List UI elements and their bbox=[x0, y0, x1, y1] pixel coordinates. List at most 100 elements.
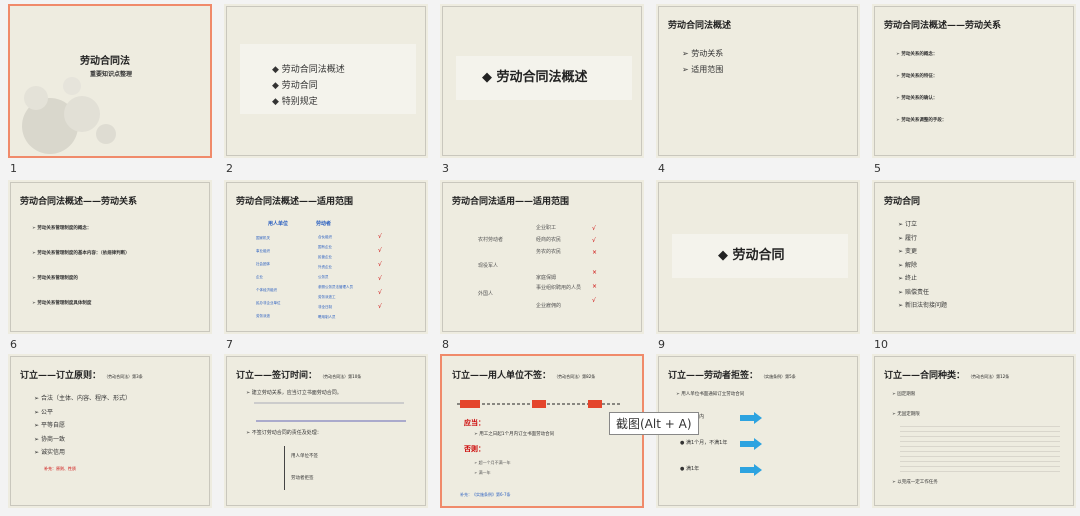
slide-title: 劳动合同法适用——适用范围 bbox=[452, 197, 570, 207]
diagram-label: 外国人 bbox=[478, 291, 494, 297]
note-text: 补充：原则、性质 bbox=[44, 466, 76, 471]
diagram-label: 劳动者拒签 bbox=[291, 476, 314, 481]
section-heading: ➢ 劳动关系的确认： bbox=[896, 96, 938, 101]
slide-canvas: 劳动合同法概述——劳动关系 ➢ 劳动关系的概念： ➢ 劳动关系的特征： ➢ 劳动… bbox=[872, 4, 1076, 158]
slide-canvas: 订立——订立原则： （劳动合同法）第3条 ➢ 合法（主体、内容、程序、形式） ➢… bbox=[8, 354, 212, 508]
slide-title: 订立——用人单位不签： （劳动合同法）第82条 bbox=[452, 371, 596, 381]
section-heading: ➢ 劳动关系管理制度具体制度 bbox=[32, 301, 92, 306]
slide-title: 订立——劳动者拒签： （实施条例）第5条 bbox=[668, 371, 796, 381]
slide-title: 劳动合同 bbox=[884, 197, 921, 207]
bullet-item: ➢ 适用范围 bbox=[682, 65, 724, 74]
slide-title: 订立——签订时间： （劳动合同法）第10条 bbox=[236, 371, 362, 381]
slide-canvas: 劳动合同法适用——适用范围 企业职工 农村劳动者 经商的农民 务农的农民 现役军… bbox=[440, 180, 644, 334]
section-heading: ➢ 劳动关系的概念： bbox=[896, 52, 938, 57]
screenshot-tooltip: 截图(Alt + A) bbox=[609, 412, 699, 435]
svg-text:√: √ bbox=[592, 225, 596, 232]
section-heading: ➢ 劳动关系调整的手段： bbox=[896, 118, 947, 123]
diagram-label: 企业雇佣的 bbox=[536, 303, 562, 309]
slide-number: 8 bbox=[442, 338, 449, 351]
svg-text:√: √ bbox=[378, 289, 382, 296]
slide-title: ◆ 劳动合同法概述 bbox=[482, 70, 588, 85]
bullet-item: ➢ 超一个月不满一年 bbox=[474, 460, 511, 465]
bullet-item: ➢ 平等自愿 bbox=[34, 422, 65, 429]
diagram-label: 劳务派遣工 bbox=[318, 295, 336, 299]
bullet-item: ➢ 解除 bbox=[898, 261, 917, 269]
svg-text:√: √ bbox=[378, 303, 382, 310]
diagram-label: 聘用制人员 bbox=[318, 315, 336, 319]
slide-title: 劳动合同法概述 bbox=[668, 21, 732, 31]
slide-title: 订立——订立原则： （劳动合同法）第3条 bbox=[20, 371, 143, 381]
svg-text:×: × bbox=[592, 269, 597, 276]
slide-canvas: 订立——合同种类： （劳动合同法）第12条 ➢ 固定期限 ➢ 无固定期限 ➢ 以… bbox=[872, 354, 1076, 508]
diagram-label: 劳动者 bbox=[316, 221, 332, 227]
bullet-item: ➢ 诚实信用 bbox=[34, 449, 65, 456]
bullet-item: ➢ 用人单位书面通知订立劳动合同 bbox=[676, 392, 745, 397]
label-otherwise: 否则： bbox=[464, 445, 485, 453]
slide-canvas: ◆ 劳动合同法概述 ◆ 劳动合同 ◆ 特别规定 bbox=[224, 4, 428, 158]
bullet-item: ➢ 不签订劳动合同的责任及处理： bbox=[246, 430, 322, 436]
diagram-label: 民营企业 bbox=[318, 255, 332, 259]
diagram-label: 公务员 bbox=[318, 275, 329, 279]
slide-canvas: 劳动合同法概述——适用范围 用人单位 劳动者 国家机关 事业组织 社会团体 企业… bbox=[224, 180, 428, 334]
diagram-label: 企业职工 bbox=[536, 225, 557, 231]
svg-text:√: √ bbox=[378, 275, 382, 282]
slide-number: 7 bbox=[226, 338, 233, 351]
section-heading: ➢ 劳动关系管理制度的基本内容：（依规律判断） bbox=[32, 251, 130, 256]
slide-title: 劳动合同法概述——劳动关系 bbox=[884, 21, 1002, 31]
diagram-label: 务农的农民 bbox=[536, 249, 562, 255]
decorative-circles bbox=[22, 77, 116, 154]
bullet-item: ➢ 协商一致 bbox=[34, 435, 65, 443]
diagram-label: 用人单位不签 bbox=[291, 454, 318, 459]
bullet-item: ➢ 履行 bbox=[898, 234, 917, 242]
bullet-item: ➢ 固定期限 bbox=[892, 392, 916, 397]
diagram-label: 家庭保姆 bbox=[536, 275, 557, 281]
diagram-label: 合伙组织 bbox=[318, 235, 332, 239]
svg-text:√: √ bbox=[378, 233, 382, 240]
slide-title: 订立——合同种类： （劳动合同法）第12条 bbox=[884, 371, 1010, 381]
bullet-item: ➢ 建立劳动关系，应当订立书面劳动合同。 bbox=[246, 390, 342, 396]
svg-text:√: √ bbox=[592, 237, 596, 244]
section-heading: ➢ 劳动关系管理制度的 bbox=[32, 276, 78, 281]
slide-number: 6 bbox=[10, 338, 17, 351]
diagram-label: 企业 bbox=[256, 275, 263, 279]
slide-canvas: 劳动合同 ➢ 订立 ➢ 履行 ➢ 变更 ➢ 解除 ➢ 终止 ➢ 赔偿责任 ➢ 新… bbox=[872, 180, 1076, 334]
slide-title: 劳动合同法概述——劳动关系 bbox=[20, 197, 138, 207]
bullet-item: ➢ 用工之日起1个月内订立书面劳动合同 bbox=[474, 432, 555, 437]
arrow-icon bbox=[740, 438, 762, 450]
section-heading: ➢ 劳动关系管理制度的概念： bbox=[32, 226, 92, 231]
bullet-item: ➢ 劳动关系 bbox=[682, 49, 724, 58]
diagram-label: 农村劳动者 bbox=[478, 237, 504, 243]
svg-text:√: √ bbox=[378, 247, 382, 254]
diagram-label: 劳务派遣 bbox=[256, 314, 270, 318]
checkmark-column: √ √ × × × √ bbox=[592, 225, 597, 304]
bullet-item: ➢ 满一年 bbox=[474, 470, 491, 475]
diagram-label: 现役军人 bbox=[478, 263, 499, 269]
checkmark-column: √ √ √ √ √ √ bbox=[378, 233, 382, 310]
slide-title: ◆ 劳动合同 bbox=[718, 248, 785, 263]
slide-number: 3 bbox=[442, 162, 449, 175]
diagram-label: 经商的农民 bbox=[536, 237, 562, 243]
label-should: 应当： bbox=[464, 419, 485, 427]
diagram-label: 国家机关 bbox=[256, 236, 270, 240]
slide-canvas: 劳动合同法概述——劳动关系 ➢ 劳动关系管理制度的概念： ➢ 劳动关系管理制度的… bbox=[8, 180, 212, 334]
slide-subtitle: 重要知识点整理 bbox=[90, 71, 133, 78]
diagram-label: 非全日制 bbox=[318, 305, 332, 309]
arrow-icon bbox=[740, 412, 762, 424]
svg-text:√: √ bbox=[592, 297, 596, 304]
timeline-graphic bbox=[457, 400, 622, 408]
bullet-item: ➢ 订立 bbox=[898, 221, 917, 228]
diagram-label: 外资企业 bbox=[318, 265, 332, 269]
diagram-label: 民办非企业单位 bbox=[256, 301, 281, 305]
bullet-item: ➢ 赔偿责任 bbox=[898, 288, 929, 296]
slide-title: 劳动合同法概述——适用范围 bbox=[236, 197, 354, 207]
bullet-item: ➢ 变更 bbox=[898, 248, 917, 255]
svg-text:×: × bbox=[592, 249, 597, 256]
bullet-item: ➢ 新旧法衔接问题 bbox=[898, 302, 947, 309]
slide-canvas: 劳动合同法 重要知识点整理 bbox=[8, 4, 212, 158]
note-text: 补充：《实施条例》第6-7条 bbox=[460, 492, 511, 497]
diagram-label: 个体经济组织 bbox=[256, 288, 277, 292]
slide-canvas: 劳动合同法概述 ➢ 劳动关系 ➢ 适用范围 bbox=[656, 4, 860, 158]
bullet-item: ➢ 合法（主体、内容、程序、形式） bbox=[34, 395, 131, 402]
slide-number: 9 bbox=[658, 338, 665, 351]
bullet-item: ➢ 以完成一定工作任务 bbox=[892, 480, 938, 485]
